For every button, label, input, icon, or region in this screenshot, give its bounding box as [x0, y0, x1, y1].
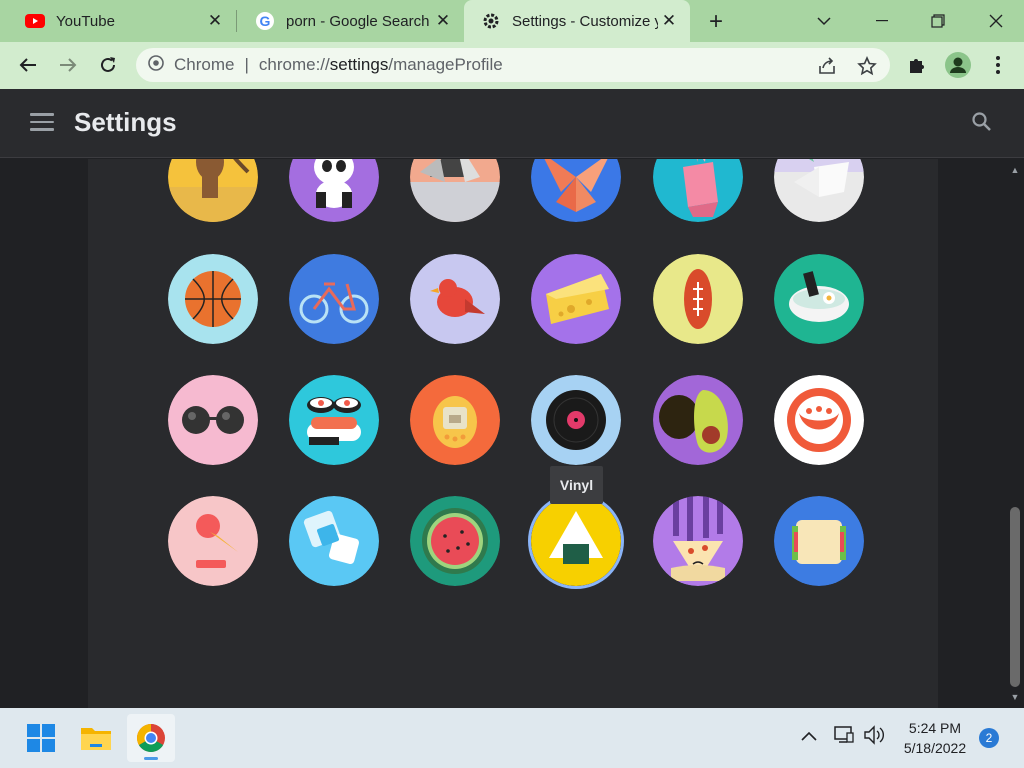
search-icon[interactable] [968, 108, 996, 141]
share-icon[interactable] [816, 55, 838, 77]
icewater-avatar[interactable] [289, 496, 379, 586]
pizza-avatar[interactable] [653, 496, 743, 586]
clock-date: 5/18/2022 [903, 740, 967, 756]
file-explorer-icon[interactable] [72, 714, 120, 762]
watermelon-avatar[interactable] [410, 496, 500, 586]
close-icon[interactable]: ✕ [204, 10, 226, 32]
tab-google-search[interactable]: G porn - Google Search ✕ [238, 0, 464, 42]
bird-avatar[interactable] [410, 254, 500, 344]
bike-avatar[interactable] [289, 254, 379, 344]
volume-icon[interactable] [863, 724, 885, 751]
url-divider: | [244, 55, 249, 74]
svg-text:G: G [260, 13, 271, 29]
tamagotchi-avatar[interactable] [410, 375, 500, 465]
close-icon[interactable]: ✕ [432, 10, 454, 32]
scrollbar[interactable]: ▲ ▼ [1006, 159, 1024, 708]
basketball-avatar[interactable] [168, 254, 258, 344]
site-label: Chrome [174, 55, 235, 74]
notification-badge[interactable]: 2 [979, 728, 999, 748]
reload-button[interactable] [92, 49, 124, 81]
active-app-indicator [144, 757, 158, 760]
network-icon[interactable] [833, 724, 855, 751]
football-avatar[interactable] [653, 254, 743, 344]
clock-time: 5:24 PM [908, 720, 962, 736]
avocado-avatar[interactable] [653, 375, 743, 465]
chrome-icon [148, 54, 164, 76]
forward-button[interactable] [52, 49, 84, 81]
browser-toolbar: Chrome | chrome://settings/manageProfile [0, 42, 1024, 89]
chevron-up-icon[interactable] [800, 726, 818, 747]
sandwich-avatar[interactable] [774, 496, 864, 586]
windows-taskbar: 5:24 PM 5/18/2022 [0, 708, 1024, 768]
address-bar[interactable]: Chrome | chrome://settings/manageProfile [136, 48, 890, 82]
close-icon[interactable]: ✕ [658, 10, 680, 32]
system-clock[interactable]: 5:24 PM 5/18/2022 [890, 718, 980, 758]
scrollbar-thumb[interactable] [1010, 507, 1020, 687]
menu-icon[interactable] [30, 113, 54, 133]
onigiri-avatar[interactable] [531, 496, 621, 586]
back-button[interactable] [12, 49, 44, 81]
profile-avatar[interactable] [942, 49, 974, 81]
cappuccino-avatar[interactable] [774, 375, 864, 465]
avatar-tooltip: Vinyl [550, 466, 603, 504]
new-tab-button[interactable]: + [702, 8, 730, 36]
vinyl-avatar[interactable] [531, 375, 621, 465]
gear-icon [480, 10, 502, 32]
youtube-icon [24, 10, 46, 32]
tab-search-chevron-icon[interactable] [796, 0, 852, 42]
tab-youtube[interactable]: YouTube ✕ [8, 0, 236, 42]
tab-separator [236, 10, 237, 32]
ramen-avatar[interactable] [774, 254, 864, 344]
scroll-up-arrow[interactable]: ▲ [1010, 165, 1020, 175]
more-menu-icon[interactable] [982, 49, 1014, 81]
url-text: chrome://settings/manageProfile [258, 55, 503, 74]
restore-button[interactable] [910, 0, 966, 42]
tab-settings[interactable]: Settings - Customize your Chrome profile… [464, 0, 690, 42]
settings-header: Settings [0, 89, 1024, 158]
cheese-avatar[interactable] [531, 254, 621, 344]
windows-start-icon[interactable] [17, 714, 65, 762]
tab-title: porn - Google Search [286, 12, 430, 30]
extensions-icon[interactable] [901, 49, 933, 81]
icecream-avatar[interactable] [168, 496, 258, 586]
chrome-icon[interactable] [127, 714, 175, 762]
minimize-button[interactable] [854, 0, 910, 42]
google-icon: G [254, 10, 276, 32]
scroll-down-arrow[interactable]: ▼ [1010, 692, 1020, 702]
tab-title: Settings - Customize your Chrome profile [512, 12, 658, 30]
close-window-button[interactable] [968, 0, 1024, 42]
tab-title: YouTube [56, 12, 115, 30]
sushi-avatar[interactable] [289, 375, 379, 465]
sunglasses-avatar[interactable] [168, 375, 258, 465]
bookmark-star-icon[interactable] [856, 55, 878, 77]
tab-strip: YouTube ✕ G porn - Google Search ✕ Setti… [0, 0, 1024, 42]
page-title: Settings [74, 107, 177, 137]
